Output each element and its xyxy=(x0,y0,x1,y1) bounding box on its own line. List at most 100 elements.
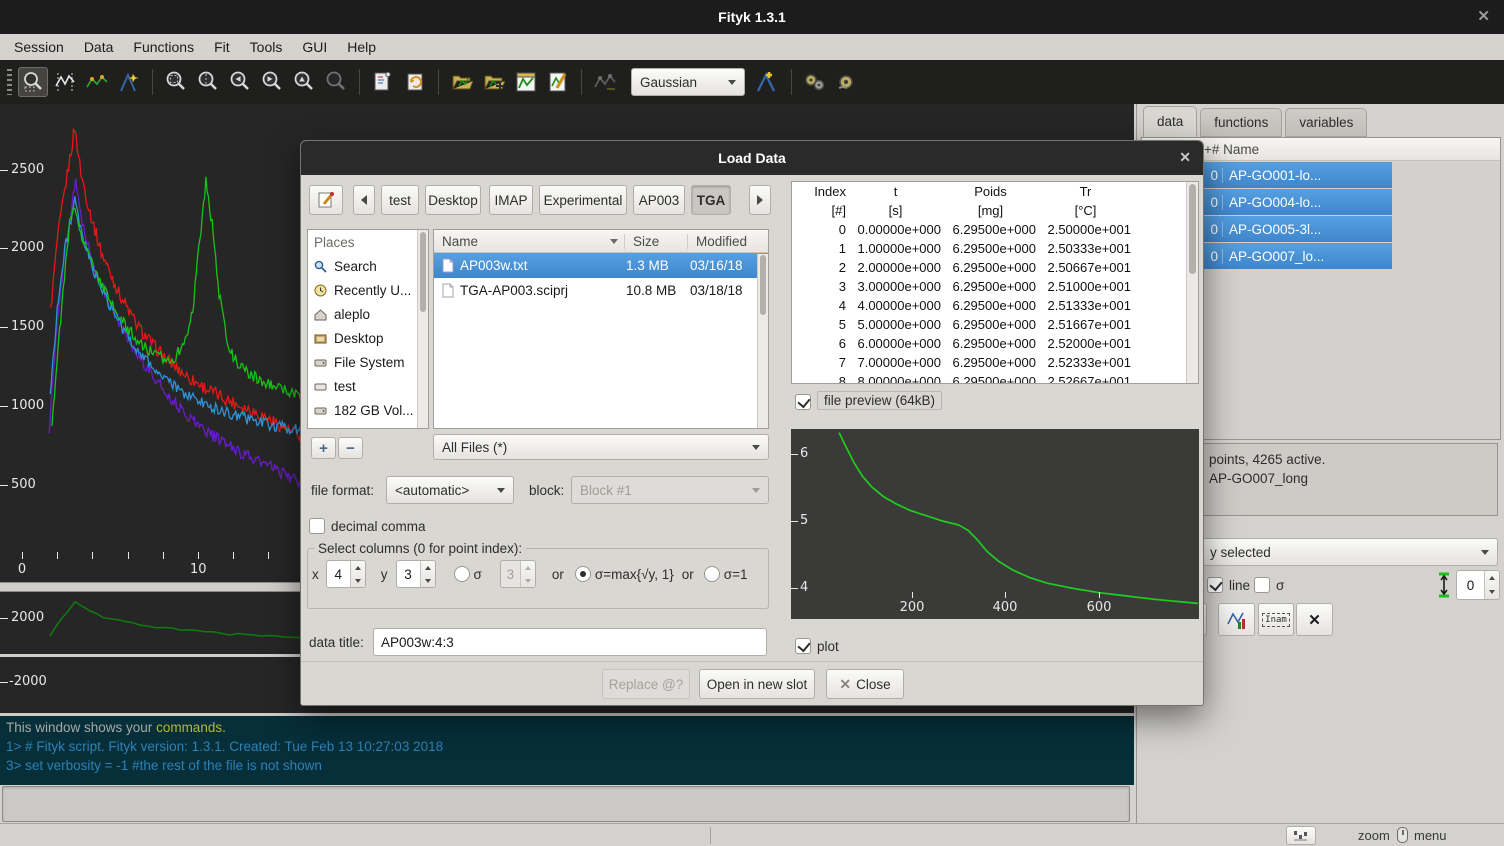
scrollbar-thumb[interactable] xyxy=(760,255,766,315)
sidebar-delete-button[interactable]: ✕ xyxy=(1296,603,1333,636)
spin-down-icon[interactable] xyxy=(1485,585,1499,599)
place-home[interactable]: aleplo xyxy=(308,302,428,326)
zoom-mode-icon[interactable] xyxy=(18,67,48,97)
decimal-comma-checkbox[interactable] xyxy=(309,518,325,534)
fit-run-icon[interactable] xyxy=(800,67,830,97)
spin-up-icon[interactable] xyxy=(421,561,435,574)
tab-variables[interactable]: variables xyxy=(1285,108,1367,137)
dialog-close-button[interactable]: ✕ xyxy=(1179,149,1191,166)
add-function-icon[interactable] xyxy=(753,67,783,97)
edit-script-icon[interactable] xyxy=(543,67,573,97)
baseline-mode-icon[interactable] xyxy=(82,67,112,97)
spin-up-icon[interactable] xyxy=(1485,571,1499,585)
menu-help[interactable]: Help xyxy=(337,36,386,58)
statusbar-fields-button[interactable] xyxy=(1286,826,1316,845)
toolbar-grip[interactable] xyxy=(7,69,12,95)
add-peak-mode-icon[interactable] xyxy=(114,67,144,97)
file-filter-select[interactable]: All Files (*) xyxy=(433,434,769,460)
place-label: aleplo xyxy=(334,307,370,322)
file-row[interactable]: TGA-AP003.sciprj 10.8 MB 03/18/18 xyxy=(434,278,768,303)
remove-place-button[interactable]: − xyxy=(338,437,363,459)
close-button[interactable]: ✕ Close xyxy=(826,669,904,699)
y-column-spinner[interactable]: 3 xyxy=(396,560,436,588)
path-button-imap[interactable]: IMAP xyxy=(489,185,533,215)
sidebar-rename-button[interactable]: Inam xyxy=(1258,603,1294,636)
console-output[interactable]: This window shows your commands. 1> # Fi… xyxy=(0,716,1134,785)
file-list-scrollbar[interactable] xyxy=(757,254,768,428)
sidebar-copy-func-button[interactable] xyxy=(1218,603,1255,636)
menu-functions[interactable]: Functions xyxy=(123,36,204,58)
zoom-up-icon[interactable] xyxy=(289,67,319,97)
preview-table[interactable]: Index t Poids Tr [#] [s] [mg] [°C] 00.00… xyxy=(794,182,1133,384)
append-data-icon[interactable] xyxy=(479,67,509,97)
line-checkbox[interactable] xyxy=(1207,577,1223,593)
sigma-one-radio[interactable] xyxy=(704,566,720,582)
desktop-folder-icon xyxy=(314,332,327,345)
open-data-icon[interactable] xyxy=(447,67,477,97)
plot-checkbox[interactable] xyxy=(795,638,811,654)
preview-x-label: 400 xyxy=(991,600,1019,615)
spin-down-icon[interactable] xyxy=(421,574,435,587)
add-place-button[interactable]: + xyxy=(311,437,336,459)
path-button-test[interactable]: test xyxy=(381,185,419,215)
preview-plot[interactable]: 654200400600 xyxy=(791,429,1199,619)
reload-session-icon[interactable] xyxy=(400,67,430,97)
path-button-desktop[interactable]: Desktop xyxy=(425,185,481,215)
file-format-select[interactable]: <automatic> xyxy=(386,476,514,504)
place-desktop[interactable]: Desktop xyxy=(308,326,428,350)
place-recent[interactable]: Recently U... xyxy=(308,278,428,302)
path-forward-button[interactable] xyxy=(749,185,771,215)
place-volume[interactable]: 182 GB Vol... xyxy=(308,398,428,422)
tab-data[interactable]: data xyxy=(1143,106,1197,137)
save-image-icon[interactable] xyxy=(511,67,541,97)
scrollbar-thumb[interactable] xyxy=(1189,184,1196,274)
script-log-icon[interactable] xyxy=(368,67,398,97)
command-input[interactable] xyxy=(2,786,1130,822)
data-title-input[interactable] xyxy=(373,628,767,656)
sigma-column-radio[interactable] xyxy=(454,566,470,582)
window-close-button[interactable]: ✕ xyxy=(1477,7,1490,25)
zoom-fit-vertical-icon[interactable] xyxy=(193,67,223,97)
zoom-all-icon[interactable] xyxy=(161,67,191,97)
path-back-button[interactable] xyxy=(353,185,375,215)
path-button-tga[interactable]: TGA xyxy=(691,185,731,215)
zoom-mouse-icon[interactable] xyxy=(321,67,351,97)
scrollbar-thumb[interactable] xyxy=(420,232,426,312)
location-edit-button[interactable] xyxy=(309,185,343,215)
function-type-select[interactable]: Gaussian xyxy=(631,68,745,96)
statusbar: zoom menu xyxy=(0,823,1504,846)
forward-icon xyxy=(757,195,763,205)
point-size-spinner[interactable]: 0 xyxy=(1456,570,1500,600)
places-scrollbar[interactable] xyxy=(417,230,428,428)
data-transform-icon[interactable] xyxy=(590,67,620,97)
spin-up-icon[interactable] xyxy=(351,561,365,574)
file-preview-checkbox[interactable] xyxy=(795,394,811,410)
block-label: block: xyxy=(529,483,564,498)
menu-data[interactable]: Data xyxy=(74,36,124,58)
path-button-experimental[interactable]: Experimental xyxy=(539,185,627,215)
menu-session[interactable]: Session xyxy=(4,36,74,58)
spin-down-icon[interactable] xyxy=(351,574,365,587)
menu-gui[interactable]: GUI xyxy=(292,36,337,58)
column-size[interactable]: Size xyxy=(624,234,687,249)
sigma-checkbox[interactable] xyxy=(1254,577,1270,593)
preview-table-scrollbar[interactable] xyxy=(1186,182,1198,383)
menu-fit[interactable]: Fit xyxy=(204,36,240,58)
place-test[interactable]: test xyxy=(308,374,428,398)
file-row[interactable]: AP003w.txt 1.3 MB 03/16/18 xyxy=(434,253,768,278)
column-name[interactable]: Name xyxy=(434,234,624,249)
tab-functions[interactable]: functions xyxy=(1200,108,1282,137)
place-filesystem[interactable]: File System xyxy=(308,350,428,374)
data-range-mode-icon[interactable] xyxy=(50,67,80,97)
column-modified[interactable]: Modified xyxy=(687,234,757,249)
fit-settings-icon[interactable] xyxy=(832,67,862,97)
x-column-spinner[interactable]: 4 xyxy=(326,560,366,588)
zoom-next-icon[interactable] xyxy=(257,67,287,97)
sigma-sqrt-radio[interactable] xyxy=(575,566,591,582)
place-search[interactable]: Search xyxy=(308,254,428,278)
open-in-new-slot-button[interactable]: Open in new slot xyxy=(699,669,815,699)
menu-tools[interactable]: Tools xyxy=(240,36,293,58)
path-button-ap003[interactable]: AP003 xyxy=(633,185,685,215)
preview-cell: 2.00000e+000 xyxy=(848,258,943,277)
zoom-previous-icon[interactable] xyxy=(225,67,255,97)
